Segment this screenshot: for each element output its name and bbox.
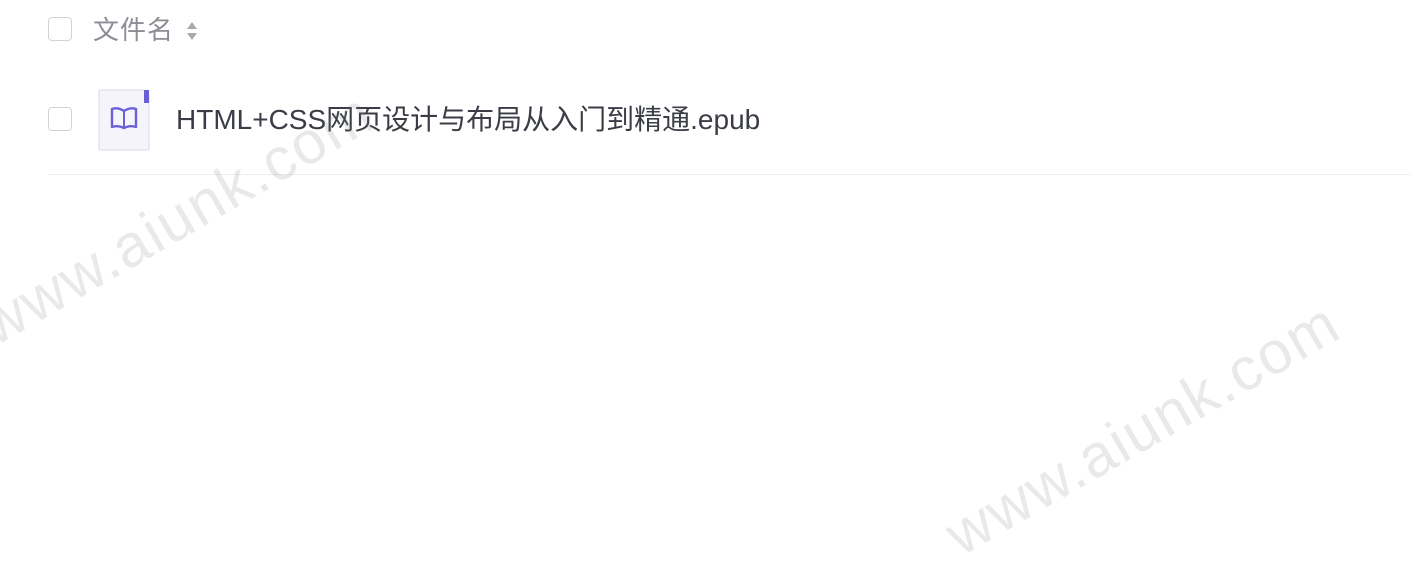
file-list-page: 文件名 HTML+CSS网页设计与布局从入门到精通.epub www.aiunk…	[0, 0, 1410, 588]
select-all-checkbox[interactable]	[48, 17, 72, 41]
sort-icon[interactable]	[185, 20, 199, 42]
ebook-icon	[98, 89, 150, 151]
filename-column-header[interactable]: 文件名	[93, 13, 174, 47]
row-divider	[48, 174, 1410, 175]
watermark: www.aiunk.com	[934, 288, 1351, 569]
file-name[interactable]: HTML+CSS网页设计与布局从入门到精通.epub	[176, 102, 760, 138]
file-select-checkbox[interactable]	[48, 107, 72, 131]
